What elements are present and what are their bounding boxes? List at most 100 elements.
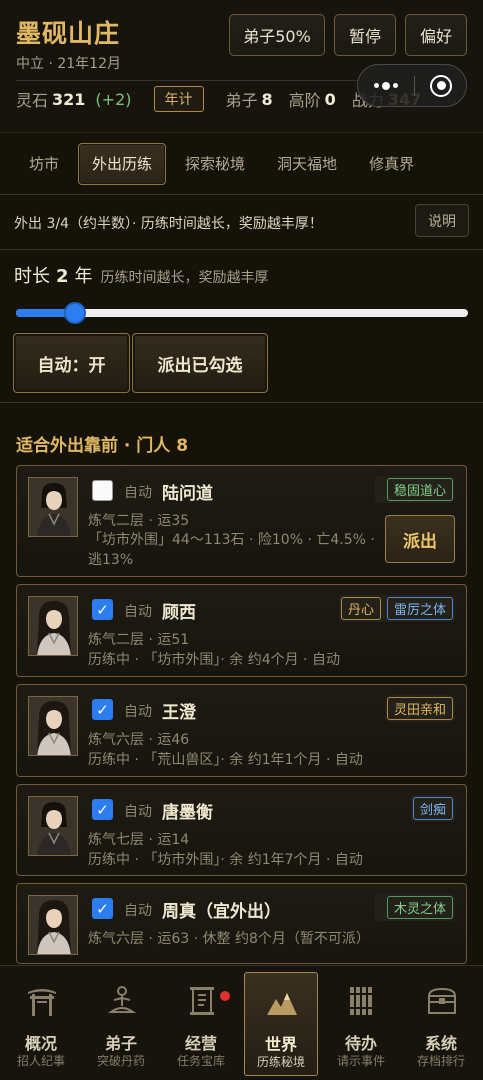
disciple-stats: 炼气二层 · 运51 — [88, 632, 190, 648]
nav-todo[interactable]: 待办 请示事件 — [321, 966, 401, 1080]
nav-label: 世界 — [264, 1035, 297, 1054]
expedition-info-text: 外出 3/4（约半数）· 历练时间越长，奖励越丰厚！ — [14, 216, 323, 232]
disciple-avatar — [28, 696, 78, 756]
bottom-nav: 概况 招人纪事 弟子 突破丹药 经营 任务宝库 世界 历练秘境 待办 请示事件 … — [0, 965, 483, 1080]
tab-market[interactable]: 坊市 — [16, 143, 72, 185]
nav-world[interactable]: 世界 历练秘境 — [244, 972, 318, 1076]
disciple-name: 王澄 — [162, 703, 196, 723]
tab-expedition[interactable]: 外出历练 — [78, 142, 167, 185]
disciple-stats: 炼气六层 · 运63 · 休整 约8个月（暂不可派） — [88, 931, 370, 947]
nav-label: 概况 — [24, 1034, 57, 1053]
senior-count-label: 高阶 — [288, 91, 321, 110]
trait-tags: 剑痴 — [410, 795, 455, 822]
disciple-stats: 炼气七层 · 运14 — [88, 832, 190, 848]
spirit-stone-value: 321 — [52, 89, 86, 109]
disciple-card[interactable]: ✓ 自动 周真（宜外出） 木灵之体 炼气六层 · 运63 · 休整 约8个月（暂不可派） — [16, 883, 467, 964]
world-tabs: 坊市 外出历练 探索秘境 洞天福地 修真界 — [0, 132, 483, 195]
auto-label: 自动 — [124, 903, 152, 919]
nav-sublabel: 招人纪事 — [16, 1054, 65, 1068]
trait-tags: 木灵之体 — [374, 894, 455, 921]
nav-sublabel: 历练秘境 — [256, 1055, 305, 1069]
spirit-stone-label: 灵石 — [16, 91, 49, 110]
trait-tags: 灵田亲和 — [384, 695, 455, 722]
gate-icon — [28, 989, 56, 1016]
trait-tag: 木灵之体 — [386, 896, 453, 919]
disciple-name: 唐墨衡 — [162, 803, 213, 823]
nav-disciples[interactable]: 弟子 突破丹药 — [81, 966, 161, 1080]
checkmark-icon: ✓ — [96, 700, 109, 719]
nav-sublabel: 任务宝库 — [176, 1054, 225, 1068]
disciple-name: 陆问道 — [162, 484, 213, 504]
auto-label: 自动 — [124, 804, 152, 820]
disciple-card[interactable]: ✓ 自动 唐墨衡 剑痴 炼气七层 · 运14 历练中 · 「坊市外围」· 余 约1年7个月… — [16, 784, 467, 876]
section-divider — [0, 402, 483, 403]
auto-label: 自动 — [124, 604, 152, 620]
nav-sublabel: 存档排行 — [416, 1054, 465, 1068]
nav-sublabel: 请示事件 — [336, 1054, 385, 1068]
trait-tag: 稳固道心 — [386, 478, 453, 501]
auto-checkbox[interactable] — [92, 480, 113, 501]
notification-dot — [220, 991, 230, 1001]
meditation-icon — [107, 986, 137, 1013]
auto-checkbox[interactable]: ✓ — [92, 699, 113, 720]
spirit-stone-delta: (+2) — [95, 89, 132, 109]
disciple-count-value: 8 — [261, 89, 273, 109]
duration-value: 时长 2 年 — [14, 266, 93, 287]
top-header: 墨砚山庄 中立 · 21年12月 弟子50% 暂停 偏好 灵石 321 (+2)… — [0, 0, 483, 132]
bamboo-slips-icon — [348, 987, 374, 1015]
disciple-card[interactable]: 自动 陆问道 稳固道心 炼气二层 · 运35 「坊市外围」44～113石 · 险10% … — [16, 465, 467, 577]
help-button[interactable]: 说明 — [415, 204, 469, 237]
disciple-name: 周真（宜外出） — [162, 902, 281, 922]
tab-secret-realm[interactable]: 探索秘境 — [172, 143, 258, 185]
disciple-status: 「坊市外围」44～113石 · 险10% · 亡4.5% · 逃13% — [88, 532, 375, 568]
duration-hint: 历练时间越长，奖励越丰厚 — [100, 270, 269, 286]
capsule-divider — [413, 75, 415, 96]
mountain-icon — [267, 993, 297, 1015]
auto-checkbox[interactable]: ✓ — [92, 799, 113, 820]
trait-tag: 剑痴 — [412, 797, 453, 820]
disciple-ratio-button[interactable]: 弟子50% — [229, 14, 325, 56]
trait-tag: 雷厉之体 — [386, 597, 453, 620]
more-menu-icon[interactable] — [374, 81, 398, 90]
nav-overview[interactable]: 概况 招人纪事 — [1, 966, 81, 1080]
nav-management[interactable]: 经营 任务宝库 — [161, 966, 241, 1080]
duration-row: 时长 2 年 历练时间越长，奖励越丰厚 — [14, 262, 269, 288]
disciple-status: 历练中 · 「荒山兽区」· 余 约1年1个月 · 自动 — [88, 752, 363, 768]
auto-checkbox[interactable]: ✓ — [92, 898, 113, 919]
slider-handle[interactable] — [63, 302, 86, 324]
nav-system[interactable]: 系统 存档排行 — [401, 966, 481, 1080]
mini-program-capsule — [357, 64, 467, 107]
auto-label: 自动 — [124, 485, 152, 501]
sect-subtitle: 中立 · 21年12月 — [16, 56, 121, 72]
disciple-card[interactable]: ✓ 自动 顾西 丹心 雷厉之体炼气二层 · 运51 历练中 · 「坊市外围」· 余 约4个… — [16, 584, 467, 677]
year-plan-button[interactable]: 年计 — [153, 86, 204, 112]
auto-toggle-button[interactable]: 自动：开 — [13, 333, 130, 393]
dispatch-selected-button[interactable]: 派出已勾选 — [132, 333, 268, 393]
trait-tags: 丹心 雷厉之体 — [338, 595, 455, 622]
scroll-icon — [190, 987, 214, 1015]
disciple-card[interactable]: ✓ 自动 王澄 灵田亲和 炼气六层 · 运46 历练中 · 「荒山兽区」· 余 约1年1个… — [16, 684, 467, 777]
checkmark-icon: ✓ — [96, 600, 109, 619]
senior-count-value: 0 — [324, 89, 336, 109]
nav-label: 系统 — [424, 1034, 457, 1053]
disciple-name: 顾西 — [162, 603, 196, 623]
auto-label: 自动 — [124, 704, 152, 720]
disciple-status: 历练中 · 「坊市外围」· 余 约4个月 · 自动 — [88, 652, 340, 668]
nav-sublabel: 突破丹药 — [96, 1054, 145, 1068]
close-target-icon[interactable] — [430, 74, 452, 97]
nav-label: 经营 — [184, 1034, 217, 1053]
expedition-info-row: 外出 3/4（约半数）· 历练时间越长，奖励越丰厚！ 说明 — [0, 195, 483, 250]
auto-checkbox[interactable]: ✓ — [92, 599, 113, 620]
tab-cultivation-world[interactable]: 修真界 — [356, 143, 427, 185]
trait-tags: 稳固道心 — [374, 476, 455, 503]
dispatch-button[interactable]: 派出 — [385, 515, 455, 563]
nav-label: 待办 — [344, 1034, 377, 1053]
preferences-button[interactable]: 偏好 — [405, 14, 467, 56]
trait-tag: 灵田亲和 — [386, 697, 453, 720]
pause-button[interactable]: 暂停 — [334, 14, 396, 56]
duration-slider[interactable] — [16, 302, 468, 324]
tab-blessed-land[interactable]: 洞天福地 — [264, 143, 350, 185]
sect-name: 墨砚山庄 — [16, 19, 121, 48]
checkmark-icon: ✓ — [96, 800, 109, 819]
list-title: 适合外出靠前 · 门人 8 — [16, 436, 189, 456]
